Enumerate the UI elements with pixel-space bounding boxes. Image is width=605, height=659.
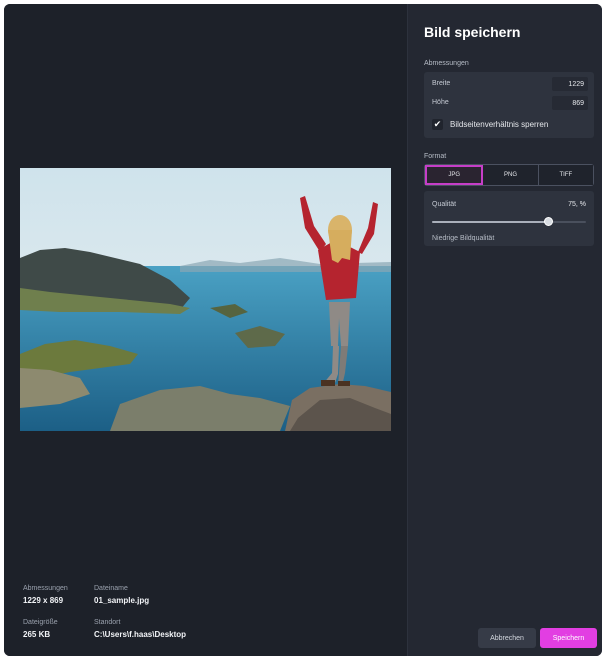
panel-title: Bild speichern xyxy=(424,24,521,40)
dimensions-section-label: Abmessungen xyxy=(424,60,469,67)
quality-hint: Niedrige Bildqualität xyxy=(432,235,495,242)
quality-header: Qualität 75, % xyxy=(432,201,586,211)
quality-slider-thumb[interactable] xyxy=(543,217,553,226)
quality-slider-fill xyxy=(432,221,548,223)
quality-slider[interactable] xyxy=(432,217,586,226)
preview-photo xyxy=(20,168,391,431)
quality-value: 75, % xyxy=(568,201,586,208)
format-option-png[interactable]: PNG xyxy=(483,165,539,185)
dimensions-info: Abmessungen 1229 x 869 xyxy=(23,585,68,605)
dimensions-info-value: 1229 x 869 xyxy=(23,596,64,605)
filesize-info-value: 265 KB xyxy=(23,630,51,639)
quality-label: Qualität xyxy=(432,201,457,208)
aspect-lock-label: Bildseitenverhältnis sperren xyxy=(450,119,549,129)
format-selector: JPG PNG TIFF xyxy=(424,164,594,186)
width-input[interactable] xyxy=(552,77,588,91)
preview-image xyxy=(20,168,391,431)
height-label: Höhe xyxy=(432,99,449,106)
aspect-lock-checkbox[interactable]: ✔ xyxy=(432,118,443,130)
location-info-label: Standort xyxy=(94,619,121,626)
format-option-tiff[interactable]: TIFF xyxy=(538,165,593,185)
file-info: Abmessungen 1229 x 869 Dateiname 01_samp… xyxy=(23,585,223,645)
preview-area: Abmessungen 1229 x 869 Dateiname 01_samp… xyxy=(4,4,407,656)
height-input[interactable] xyxy=(552,96,588,110)
dimensions-card: Breite Höhe ✔ Bildseitenverhältnis sperr… xyxy=(424,72,594,138)
cancel-button[interactable]: Abbrechen xyxy=(478,628,536,648)
filesize-info-label: Dateigröße xyxy=(23,619,58,626)
format-option-jpg[interactable]: JPG xyxy=(425,165,484,185)
width-label: Breite xyxy=(432,80,451,87)
location-info: Standort C:\Users\f.haas\Desktop xyxy=(94,619,186,639)
dimensions-info-label: Abmessungen xyxy=(23,585,68,592)
filename-info-value: 01_sample.jpg xyxy=(94,596,150,605)
filename-info-label: Dateiname xyxy=(94,585,128,592)
format-section-label: Format xyxy=(424,153,447,160)
filesize-info: Dateigröße 265 KB xyxy=(23,619,58,639)
aspect-lock-row[interactable]: ✔ Bildseitenverhältnis sperren xyxy=(432,117,548,131)
quality-card: Qualität 75, % Niedrige Bildqualität xyxy=(424,191,594,246)
checkmark-icon: ✔ xyxy=(433,118,442,129)
save-button[interactable]: Speichern xyxy=(540,628,597,648)
settings-panel: Bild speichern Abmessungen Breite Höhe ✔… xyxy=(407,4,602,656)
save-image-dialog: Abmessungen 1229 x 869 Dateiname 01_samp… xyxy=(4,4,602,656)
location-info-value: C:\Users\f.haas\Desktop xyxy=(94,630,187,639)
filename-info: Dateiname 01_sample.jpg xyxy=(94,585,149,605)
